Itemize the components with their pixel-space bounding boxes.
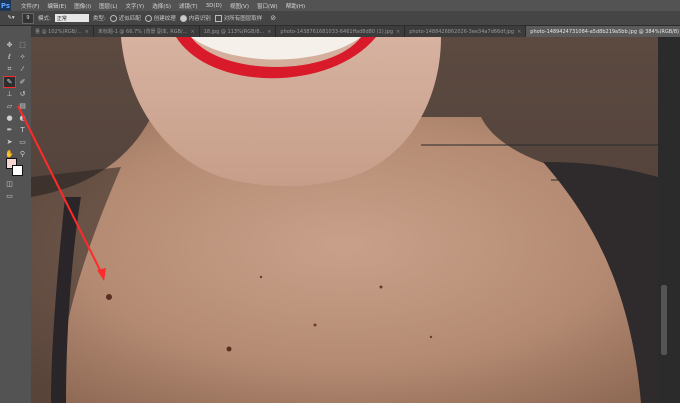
close-icon[interactable]: × [85, 29, 89, 35]
photo-image [31, 37, 658, 403]
close-icon[interactable]: × [267, 29, 271, 35]
gradient-icon[interactable]: ▤ [17, 101, 28, 111]
radio-proximity-match[interactable]: 近似匹配 [109, 14, 141, 22]
spot-healing-brush-icon[interactable]: ✎▾ [4, 13, 18, 24]
lasso-icon[interactable]: ℓ [4, 52, 15, 62]
tools-panel: ✥ ⬚ ℓ ✧ ⌗ ⁄ ✎ ✐ ⊥ ↺ ▱ ▤ ● ◐ ✒ T ➤ ▭ ✋ ⚲ … [0, 26, 32, 403]
mode-select[interactable]: 正常 [54, 14, 89, 22]
tab-document-4[interactable]: photo-1438761681033-6461ffad8d80 (1).jpg… [276, 26, 406, 37]
path-select-icon[interactable]: ➤ [4, 137, 15, 147]
tab-document-2[interactable]: 未标题-1 @ 66.7% (背景 副本, RGB/... × [94, 26, 200, 37]
type-tool-icon[interactable]: T [17, 125, 28, 135]
radio-texture-label: 创建纹理 [153, 16, 176, 22]
tab-label: 18.jpg @ 113%(RGB/8... [203, 28, 265, 35]
spot-healing-brush-tool-icon[interactable]: ✎ [3, 76, 16, 88]
menu-bar: Ps 文件(F) 编辑(E) 图像(I) 图层(L) 文字(Y) 选择(S) 滤… [0, 0, 680, 11]
screen-mode-icon[interactable]: ▭ [4, 191, 15, 201]
shape-icon[interactable]: ▭ [17, 137, 28, 147]
tab-label: photo-1438761681033-6461ffad8d80 (1).jpg [280, 28, 393, 35]
eyedropper-icon[interactable]: ⁄ [17, 64, 28, 74]
sample-all-layers-label: 对所有图层取样 [223, 16, 263, 22]
radio-content-aware[interactable]: 内容识别 [179, 14, 211, 22]
menu-edit[interactable]: 编辑(E) [43, 2, 70, 10]
radio-selected-icon [179, 15, 187, 22]
move-icon[interactable]: ✥ [4, 40, 15, 50]
pen-icon[interactable]: ✒ [4, 125, 15, 135]
tab-label: photo-1489424731084-a5d8b219a5bb.jpg @ 3… [530, 28, 679, 35]
brush-icon[interactable]: ✐ [17, 77, 28, 87]
zoom-icon[interactable]: ⚲ [17, 149, 28, 159]
type-label: 类型: [92, 16, 106, 22]
radio-content-label: 内容识别 [188, 16, 211, 22]
radio-icon [144, 15, 152, 22]
menu-3d[interactable]: 3D(D) [202, 3, 226, 9]
eraser-icon[interactable]: ▱ [4, 101, 15, 111]
tab-label: 未标题-1 @ 66.7% (背景 副本, RGB/... [97, 29, 188, 35]
sample-all-layers-checkbox[interactable]: 对所有图层取样 [214, 14, 263, 22]
document-tabs: 量 @ 102%(RGB/... × 未标题-1 @ 66.7% (背景 副本, … [31, 26, 680, 37]
dodge-icon[interactable]: ◐ [17, 113, 28, 123]
menu-layer[interactable]: 图层(L) [95, 2, 121, 10]
close-icon[interactable]: × [190, 29, 194, 35]
quick-select-icon[interactable]: ✧ [17, 52, 28, 62]
checkbox-icon [214, 15, 222, 22]
menu-help[interactable]: 帮助(H) [282, 2, 309, 10]
tab-document-1[interactable]: 量 @ 102%(RGB/... × [31, 26, 94, 37]
tab-document-5[interactable]: photo-1488426862026-3ee34a7d66df.jpg × [405, 26, 527, 37]
radio-proximity-label: 近似匹配 [118, 16, 141, 22]
brush-size-picker[interactable]: 9 [22, 12, 34, 24]
tab-document-6[interactable]: photo-1489424731084-a5d8b219a5bb.jpg @ 3… [526, 26, 680, 37]
tab-label: photo-1488426862026-3ee34a7d66df.jpg [409, 28, 515, 35]
photoshop-logo: Ps [0, 0, 11, 11]
blur-icon[interactable]: ● [4, 113, 15, 123]
radio-icon [109, 15, 117, 22]
menu-image[interactable]: 图像(I) [70, 2, 95, 10]
radio-create-texture[interactable]: 创建纹理 [144, 14, 176, 22]
close-icon[interactable]: × [396, 29, 400, 35]
clone-stamp-icon[interactable]: ⊥ [4, 89, 15, 99]
menu-type[interactable]: 文字(Y) [122, 2, 149, 10]
quick-mask-icon[interactable]: ◫ [4, 179, 15, 189]
menu-window[interactable]: 窗口(W) [253, 2, 282, 10]
menu-view[interactable]: 视图(V) [226, 2, 253, 10]
menu-filter[interactable]: 滤镜(T) [175, 2, 202, 10]
tab-label: 量 @ 102%(RGB/... [35, 29, 82, 35]
crop-icon[interactable]: ⌗ [4, 64, 15, 74]
document-canvas[interactable] [31, 37, 658, 403]
menu-select[interactable]: 选择(S) [148, 2, 175, 10]
close-icon[interactable]: × [517, 29, 521, 35]
menu-file[interactable]: 文件(F) [17, 2, 43, 10]
options-bar: ✎▾ 9 模式: 正常 类型: 近似匹配 创建纹理 内容识别 对所有图层取样 ⊘ [0, 11, 680, 26]
pressure-icon[interactable]: ⊘ [270, 14, 276, 22]
background-color-swatch[interactable] [12, 165, 23, 176]
scrollbar-thumb[interactable] [661, 285, 667, 355]
mode-label: 模式: [38, 16, 51, 22]
marquee-icon[interactable]: ⬚ [17, 40, 28, 50]
history-brush-icon[interactable]: ↺ [17, 89, 28, 99]
tab-document-3[interactable]: 18.jpg @ 113%(RGB/8... × [200, 26, 277, 37]
